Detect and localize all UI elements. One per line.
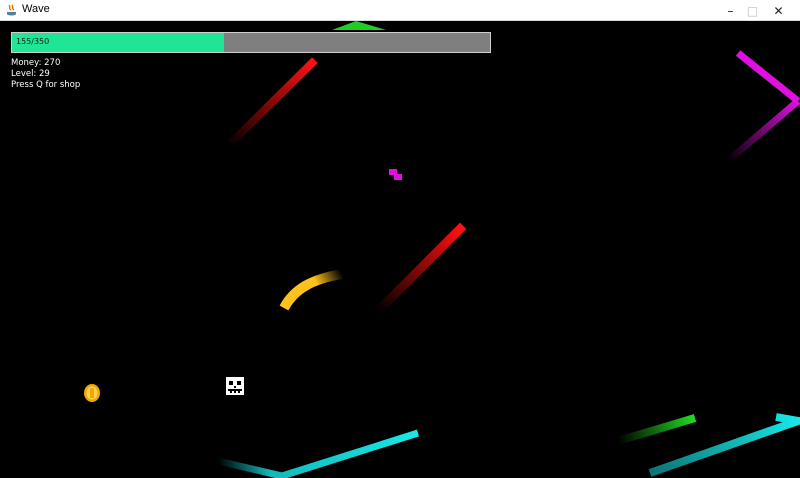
close-icon: ✕ (773, 3, 784, 18)
enemy-cyan-trail-left (217, 429, 420, 478)
enemy-magenta-chevron-top (735, 50, 800, 104)
close-button[interactable]: ✕ (756, 0, 800, 21)
enemy-green-top (332, 21, 386, 30)
enemy-red-streak-1 (222, 57, 318, 152)
playfield (84, 21, 800, 478)
player-skull-face-icon (226, 377, 244, 395)
shop-hint-text: Press Q for shop (11, 80, 81, 90)
enemy-magenta-chevron-bottom (725, 98, 800, 164)
java-app-icon (7, 4, 16, 16)
money-text: Money: 270 (11, 58, 61, 68)
enemy-yellow-trail (279, 269, 343, 311)
enemy-green-streak (616, 414, 697, 445)
level-text: Level: 29 (11, 69, 50, 79)
enemy-magenta-small (389, 169, 402, 180)
window-title: Wave (22, 3, 50, 15)
enemy-red-streak-2 (371, 222, 467, 318)
game-canvas[interactable]: 155/350 Money: 270 Level: 29 Press Q for… (0, 21, 800, 478)
game-window: Wave – □ ✕ 155/350 Money: 270 Level: 29 … (0, 0, 800, 478)
health-text: 155/350 (16, 37, 50, 46)
title-bar[interactable]: Wave – □ ✕ (0, 0, 800, 21)
coin-icon[interactable] (84, 384, 100, 402)
health-bar: 155/350 (11, 32, 491, 53)
